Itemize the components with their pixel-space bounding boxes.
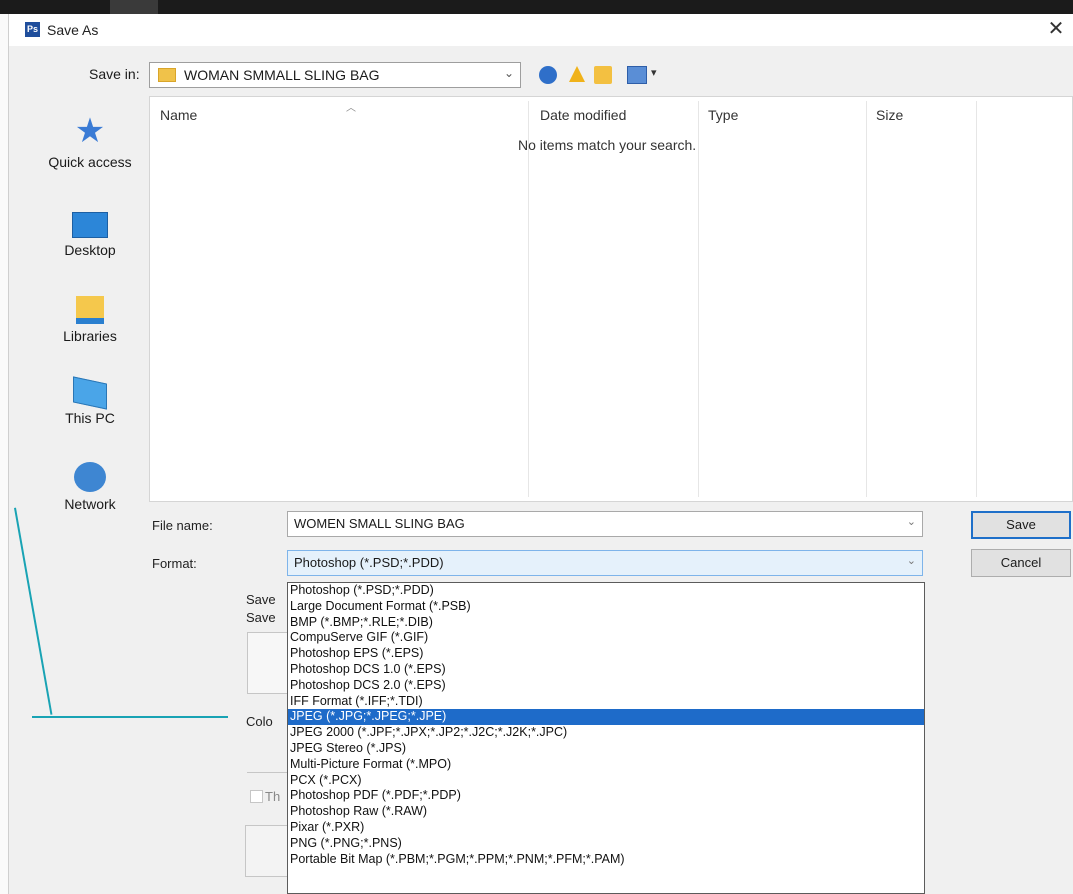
- format-option[interactable]: PCX (*.PCX): [288, 773, 924, 789]
- save-in-value: WOMAN SMMALL SLING BAG: [184, 67, 380, 83]
- sort-up-icon: ︿: [346, 103, 356, 114]
- format-option-selected[interactable]: JPEG (*.JPG;*.JPEG;*.JPE): [288, 709, 924, 726]
- place-libraries[interactable]: Libraries: [35, 296, 145, 344]
- format-value: Photoshop (*.PSD;*.PDD): [294, 555, 444, 570]
- chevron-down-icon: ⌄: [906, 555, 916, 567]
- places-bar: ★ Quick access Desktop Libraries This PC…: [35, 100, 145, 520]
- format-option[interactable]: Photoshop PDF (*.PDF;*.PDP): [288, 788, 924, 804]
- view-menu-arrow-icon[interactable]: ▾: [651, 66, 657, 79]
- place-label: Quick access: [48, 154, 132, 170]
- format-option[interactable]: IFF Format (*.IFF;*.TDI): [288, 694, 924, 710]
- background-tile: [110, 0, 158, 14]
- color-label: Colo: [246, 714, 273, 729]
- format-option[interactable]: Portable Bit Map (*.PBM;*.PGM;*.PPM;*.PN…: [288, 852, 924, 868]
- column-divider: [698, 101, 699, 497]
- title-bar: Ps Save As ✕: [9, 14, 1073, 46]
- view-menu-icon[interactable]: [627, 66, 647, 84]
- column-header-name[interactable]: Name: [160, 107, 197, 123]
- computer-icon: [73, 376, 107, 410]
- save-button[interactable]: Save: [971, 511, 1071, 539]
- column-divider: [866, 101, 867, 497]
- folder-icon: [158, 68, 176, 82]
- options-panel: [247, 632, 289, 694]
- cancel-button[interactable]: Cancel: [971, 549, 1071, 577]
- place-label: This PC: [65, 410, 115, 426]
- format-option[interactable]: Multi-Picture Format (*.MPO): [288, 757, 924, 773]
- thumbnail-checkbox[interactable]: [250, 790, 263, 803]
- options-box: [245, 825, 291, 877]
- place-quick-access[interactable]: ★ Quick access: [35, 114, 145, 170]
- format-label: Format:: [152, 556, 197, 571]
- format-option[interactable]: Photoshop EPS (*.EPS): [288, 646, 924, 662]
- format-option[interactable]: Photoshop DCS 2.0 (*.EPS): [288, 678, 924, 694]
- save-in-dropdown[interactable]: WOMAN SMMALL SLING BAG ⌄: [149, 62, 521, 88]
- place-label: Desktop: [64, 242, 116, 258]
- file-list[interactable]: ︿ Name Date modified Type Size No items …: [149, 96, 1073, 502]
- place-network[interactable]: Network: [35, 462, 145, 512]
- close-icon[interactable]: ✕: [1043, 16, 1069, 42]
- file-name-label: File name:: [152, 518, 213, 533]
- star-icon: ★: [74, 112, 106, 150]
- callout-line: [32, 716, 228, 718]
- network-icon: [74, 462, 106, 492]
- column-divider: [528, 101, 529, 497]
- place-this-pc[interactable]: This PC: [35, 376, 145, 426]
- back-icon[interactable]: [539, 66, 557, 84]
- desktop-icon: [72, 212, 108, 238]
- dialog-title: Save As: [47, 22, 99, 38]
- place-label: Libraries: [63, 328, 117, 344]
- format-option[interactable]: Pixar (*.PXR): [288, 820, 924, 836]
- chevron-down-icon[interactable]: ⌄: [907, 515, 916, 528]
- background-window-strip: [0, 0, 1073, 14]
- format-option[interactable]: JPEG 2000 (*.JPF;*.JPX;*.JP2;*.J2C;*.J2K…: [288, 725, 924, 741]
- format-select[interactable]: Photoshop (*.PSD;*.PDD) ⌄: [287, 550, 923, 576]
- thumbnail-label: Th: [265, 789, 281, 804]
- column-header-size[interactable]: Size: [876, 107, 903, 123]
- format-option[interactable]: Photoshop (*.PSD;*.PDD): [288, 583, 924, 599]
- up-folder-icon[interactable]: [569, 66, 585, 82]
- format-option[interactable]: JPEG Stereo (*.JPS): [288, 741, 924, 757]
- photoshop-app-icon: Ps: [25, 22, 40, 37]
- file-name-value: WOMEN SMALL SLING BAG: [294, 516, 465, 531]
- file-name-input[interactable]: WOMEN SMALL SLING BAG ⌄: [287, 511, 923, 537]
- place-label: Network: [64, 496, 116, 512]
- format-dropdown-list[interactable]: Photoshop (*.PSD;*.PDD) Large Document F…: [287, 582, 925, 894]
- format-option[interactable]: Photoshop Raw (*.RAW): [288, 804, 924, 820]
- column-divider: [976, 101, 977, 497]
- save-in-label: Save in:: [89, 66, 140, 82]
- format-option[interactable]: Photoshop DCS 1.0 (*.EPS): [288, 662, 924, 678]
- divider: [247, 772, 287, 773]
- empty-message: No items match your search.: [518, 137, 697, 153]
- background-window-edge: [0, 14, 9, 894]
- save-options-label-1: Save: [246, 592, 276, 607]
- new-folder-icon[interactable]: [594, 66, 612, 84]
- place-desktop[interactable]: Desktop: [35, 212, 145, 258]
- column-header-date[interactable]: Date modified: [540, 107, 626, 123]
- format-option[interactable]: PNG (*.PNG;*.PNS): [288, 836, 924, 852]
- format-option[interactable]: CompuServe GIF (*.GIF): [288, 630, 924, 646]
- column-header-type[interactable]: Type: [708, 107, 738, 123]
- libraries-icon: [76, 296, 104, 324]
- save-options-label-2: Save: [246, 610, 276, 625]
- chevron-down-icon: ⌄: [503, 66, 514, 80]
- format-option[interactable]: Large Document Format (*.PSB): [288, 599, 924, 615]
- format-option[interactable]: BMP (*.BMP;*.RLE;*.DIB): [288, 615, 924, 631]
